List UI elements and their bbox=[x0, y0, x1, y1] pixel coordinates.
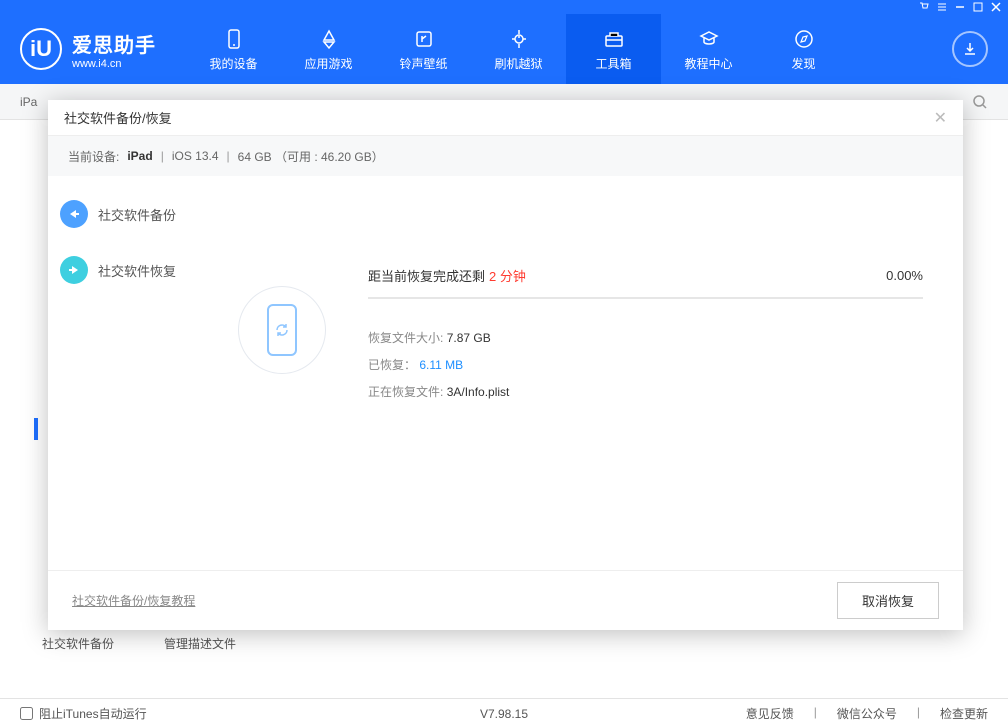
restore-animation-icon bbox=[238, 286, 326, 374]
nav-apps[interactable]: 应用游戏 bbox=[281, 14, 376, 84]
tool-label: 社交软件备份 bbox=[42, 635, 114, 652]
status-bar: 阻止iTunes自动运行 V7.98.15 意见反馈 | 微信公众号 | 检查更… bbox=[0, 698, 1008, 728]
modal-title: 社交软件备份/恢复 bbox=[64, 108, 172, 127]
block-itunes-checkbox[interactable]: 阻止iTunes自动运行 bbox=[20, 705, 147, 722]
app-logo[interactable]: iU 爱思助手 www.i4.cn bbox=[20, 28, 156, 70]
separator: | bbox=[814, 705, 817, 722]
feedback-link[interactable]: 意见反馈 bbox=[746, 705, 794, 722]
check-update-link[interactable]: 检查更新 bbox=[940, 705, 988, 722]
nav-discover[interactable]: 发现 bbox=[756, 14, 851, 84]
nav-label: 应用游戏 bbox=[304, 55, 352, 72]
tutorial-link[interactable]: 社交软件备份/恢复教程 bbox=[72, 592, 195, 609]
toolbox-icon bbox=[602, 27, 626, 51]
side-backup[interactable]: 社交软件备份 bbox=[60, 200, 206, 228]
modal-close-button[interactable]: ✕ bbox=[934, 108, 947, 128]
device-prefix: 当前设备: bbox=[68, 148, 119, 165]
apps-icon bbox=[317, 27, 341, 51]
device-info-bar: 当前设备: iPad | iOS 13.4 | 64 GB （可用 : 46.2… bbox=[48, 136, 963, 176]
nav-label: 刷机越狱 bbox=[494, 55, 542, 72]
logo-badge-icon: iU bbox=[20, 28, 62, 70]
side-label: 社交软件恢复 bbox=[98, 261, 176, 280]
done-value: 6.11 MB bbox=[419, 358, 463, 372]
progress-bar bbox=[368, 297, 923, 299]
wechat-link[interactable]: 微信公众号 bbox=[837, 705, 897, 722]
nav-label: 发现 bbox=[791, 55, 815, 72]
close-icon[interactable] bbox=[990, 1, 1002, 13]
block-itunes-input[interactable] bbox=[20, 707, 33, 720]
list-icon[interactable] bbox=[936, 1, 948, 13]
progress-prefix: 距当前恢复完成还剩 bbox=[368, 266, 485, 285]
device-os: iOS 13.4 bbox=[172, 149, 219, 163]
nav-my-device[interactable]: 我的设备 bbox=[186, 14, 281, 84]
cancel-restore-button[interactable]: 取消恢复 bbox=[837, 582, 939, 619]
compass-icon bbox=[792, 27, 816, 51]
ringtone-icon bbox=[412, 27, 436, 51]
size-value: 7.87 GB bbox=[447, 331, 491, 345]
nav-tutorial[interactable]: 教程中心 bbox=[661, 14, 756, 84]
side-label: 社交软件备份 bbox=[98, 205, 176, 224]
version-label: V7.98.15 bbox=[480, 707, 528, 721]
sidebar-active-indicator bbox=[34, 418, 38, 440]
nav-label: 工具箱 bbox=[595, 55, 631, 72]
block-itunes-label: 阻止iTunes自动运行 bbox=[39, 705, 147, 722]
cart-icon[interactable] bbox=[918, 1, 930, 13]
logo-title: 爱思助手 bbox=[72, 29, 156, 58]
nav-items: 我的设备 应用游戏 铃声壁纸 刷机越狱 工具箱 教程中心 发现 bbox=[186, 14, 851, 84]
flash-icon bbox=[507, 27, 531, 51]
separator: | bbox=[161, 149, 164, 163]
modal-header: 社交软件备份/恢复 ✕ bbox=[48, 100, 963, 136]
separator: | bbox=[917, 705, 920, 722]
progress-remaining: 2 分钟 bbox=[489, 266, 526, 285]
share-icon bbox=[60, 200, 88, 228]
tool-label: 管理描述文件 bbox=[164, 635, 236, 652]
download-manager-button[interactable] bbox=[952, 31, 988, 67]
size-label: 恢复文件大小: bbox=[368, 331, 443, 345]
minimize-icon[interactable] bbox=[954, 1, 966, 13]
nav-ringtone[interactable]: 铃声壁纸 bbox=[376, 14, 471, 84]
current-label: 正在恢复文件: bbox=[368, 385, 443, 399]
window-titlebar bbox=[0, 0, 1008, 14]
device-name: iPad bbox=[127, 149, 152, 163]
nav-label: 铃声壁纸 bbox=[399, 55, 447, 72]
breadcrumb: iPa bbox=[20, 95, 37, 109]
progress-percent: 0.00% bbox=[886, 268, 923, 283]
undo-icon bbox=[60, 256, 88, 284]
search-icon[interactable] bbox=[972, 94, 988, 110]
nav-flash[interactable]: 刷机越狱 bbox=[471, 14, 566, 84]
nav-toolbox[interactable]: 工具箱 bbox=[566, 14, 661, 84]
logo-subtitle: www.i4.cn bbox=[72, 58, 156, 70]
maximize-icon[interactable] bbox=[972, 1, 984, 13]
modal-sidebar: 社交软件备份 社交软件恢复 bbox=[48, 176, 218, 570]
modal-main: 距当前恢复完成还剩 2 分钟 0.00% 恢复文件大小: 7.87 GB 已恢复… bbox=[218, 176, 963, 570]
social-backup-modal: 社交软件备份/恢复 ✕ 当前设备: iPad | iOS 13.4 | 64 G… bbox=[48, 100, 963, 630]
side-restore[interactable]: 社交软件恢复 bbox=[60, 256, 206, 284]
device-icon bbox=[222, 27, 246, 51]
nav-label: 教程中心 bbox=[684, 55, 732, 72]
device-storage: 64 GB （可用 : 46.20 GB） bbox=[238, 148, 384, 165]
modal-footer: 社交软件备份/恢复教程 取消恢复 bbox=[48, 570, 963, 630]
main-navbar: iU 爱思助手 www.i4.cn 我的设备 应用游戏 铃声壁纸 刷机越狱 工具… bbox=[0, 14, 1008, 84]
tutorial-icon bbox=[697, 27, 721, 51]
done-label: 已恢复： bbox=[368, 358, 416, 372]
separator: | bbox=[227, 149, 230, 163]
nav-label: 我的设备 bbox=[209, 55, 257, 72]
current-value: 3A/Info.plist bbox=[447, 385, 510, 399]
